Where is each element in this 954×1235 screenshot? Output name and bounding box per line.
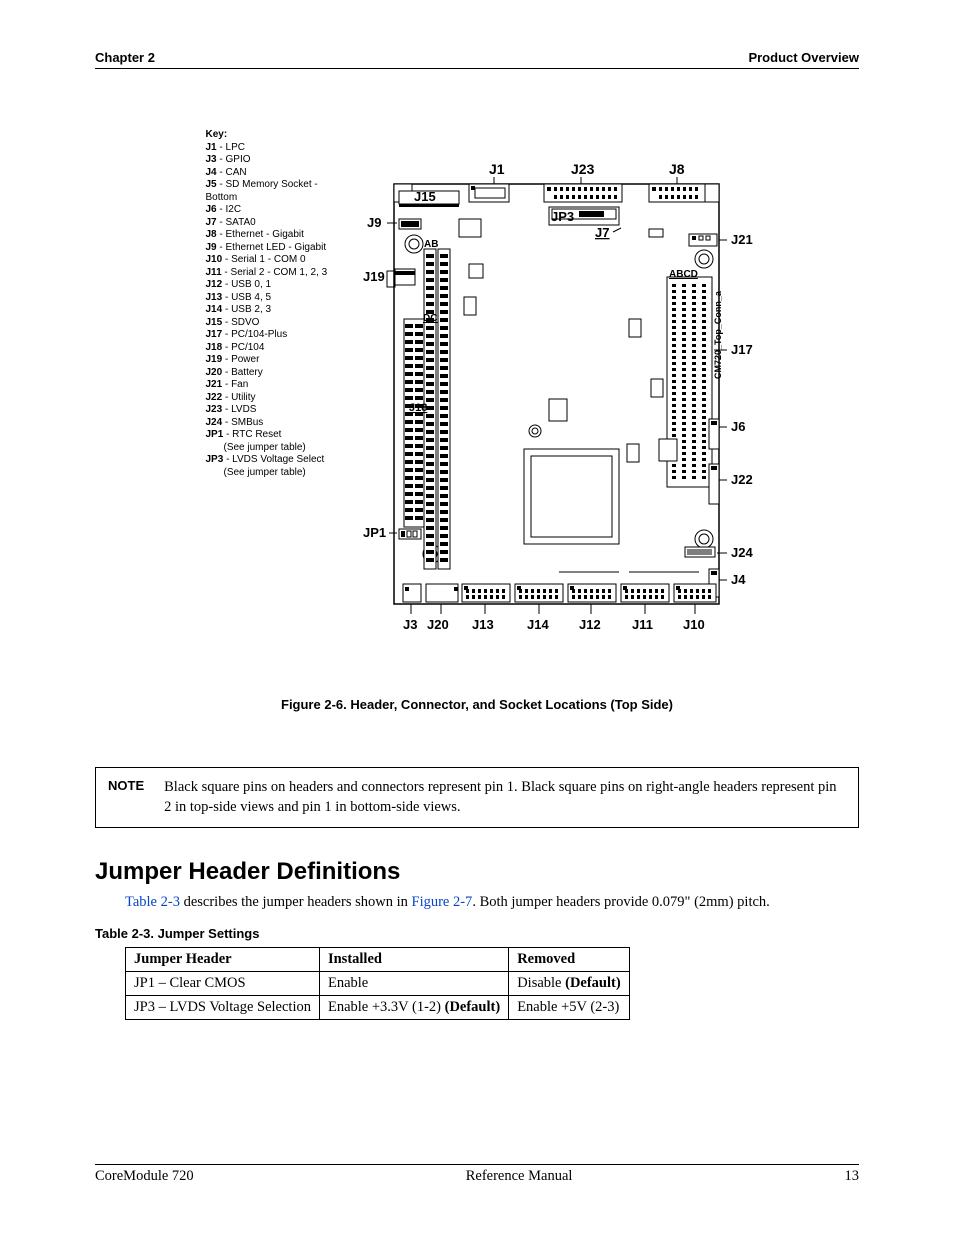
figure-diagram: Key: J1 - LPCJ3 - GPIOJ4 - CANJ5 - SD Me… — [95, 129, 859, 669]
jumper-table: Jumper Header Installed Removed JP1 – Cl… — [125, 947, 630, 1020]
svg-text:J3: J3 — [403, 617, 417, 632]
svg-text:DC: DC — [423, 313, 437, 324]
svg-text:J17: J17 — [731, 342, 753, 357]
svg-text:J19: J19 — [363, 269, 385, 284]
conn-J23 — [544, 184, 622, 202]
svg-text:J23: J23 — [571, 161, 595, 177]
table-row: Jumper Header Installed Removed — [126, 948, 630, 972]
conn-J1 — [469, 184, 509, 202]
col-header: Removed — [509, 948, 630, 972]
table-row: JP3 – LVDS Voltage Selection Enable +3.3… — [126, 996, 630, 1020]
key-item: J5 - SD Memory Socket - Bottom — [206, 179, 351, 204]
svg-text:J22: J22 — [731, 472, 753, 487]
header-section: Product Overview — [748, 50, 859, 65]
svg-text:J20: J20 — [427, 617, 449, 632]
key-item: J6 - I2C — [206, 204, 351, 217]
svg-text:J13: J13 — [472, 617, 494, 632]
key-item: JP3 - LVDS Voltage Select — [206, 454, 351, 467]
key-item: J11 - Serial 2 - COM 1, 2, 3 — [206, 267, 351, 280]
note-text: Black square pins on headers and connect… — [164, 778, 846, 817]
key-item: J14 - USB 2, 3 — [206, 304, 351, 317]
note-label: NOTE — [108, 778, 144, 817]
svg-text:JP3: JP3 — [551, 209, 574, 224]
svg-text:J4: J4 — [731, 572, 746, 587]
body-paragraph: Table 2-3 describes the jumper headers s… — [125, 892, 859, 912]
svg-text:J14: J14 — [527, 617, 549, 632]
key-item-note: (See jumper table) — [206, 467, 351, 480]
key-item: J3 - GPIO — [206, 154, 351, 167]
svg-text:J18: J18 — [409, 402, 427, 414]
svg-text:J7: J7 — [595, 225, 609, 240]
col-header: Installed — [319, 948, 508, 972]
footer-left: CoreModule 720 — [95, 1168, 194, 1185]
key-item: JP1 - RTC Reset — [206, 429, 351, 442]
key-item: J17 - PC/104-Plus — [206, 329, 351, 342]
key-item: J15 - SDVO — [206, 317, 351, 330]
svg-text:J21: J21 — [731, 232, 753, 247]
svg-text:J9: J9 — [367, 215, 381, 230]
conn-J8 — [649, 184, 705, 202]
key-item: J1 - LPC — [206, 142, 351, 155]
link-table-2-3[interactable]: Table 2-3 — [125, 894, 180, 910]
svg-text:J10: J10 — [683, 617, 705, 632]
key-item: J8 - Ethernet - Gigabit — [206, 229, 351, 242]
note-box: NOTE Black square pins on headers and co… — [95, 767, 859, 828]
board-svg: J1 J23 J8 J15 J9 AB J19 DC J18 JP1 — [359, 129, 749, 669]
svg-text:AB: AB — [424, 239, 438, 250]
key-item: J7 - SATA0 — [206, 217, 351, 230]
svg-text:ABCD: ABCD — [669, 269, 698, 280]
key-item: J23 - LVDS — [206, 404, 351, 417]
key-item: J19 - Power — [206, 354, 351, 367]
header-chapter: Chapter 2 — [95, 50, 155, 65]
svg-text:JP1: JP1 — [363, 525, 386, 540]
key-item: J9 - Ethernet LED - Gigabit — [206, 242, 351, 255]
svg-text:J11: J11 — [632, 617, 653, 632]
page-header: Chapter 2 Product Overview — [95, 50, 859, 69]
key-item-note: (See jumper table) — [206, 442, 351, 455]
bottom-conns — [403, 584, 716, 602]
key-item: J24 - SMBus — [206, 417, 351, 430]
key-item: J18 - PC/104 — [206, 342, 351, 355]
svg-text:J1: J1 — [489, 161, 505, 177]
svg-text:J15: J15 — [414, 189, 436, 204]
key-item: J12 - USB 0, 1 — [206, 279, 351, 292]
section-heading: Jumper Header Definitions — [95, 858, 859, 886]
footer-center: Reference Manual — [466, 1168, 573, 1185]
link-figure-2-7[interactable]: Figure 2-7 — [412, 894, 473, 910]
figure-caption: Figure 2-6. Header, Connector, and Socke… — [95, 697, 859, 712]
key-title: Key: — [206, 129, 351, 142]
key-item: J22 - Utility — [206, 392, 351, 405]
col-header: Jumper Header — [126, 948, 320, 972]
key-item: J20 - Battery — [206, 367, 351, 380]
key-item: J10 - Serial 1 - COM 0 — [206, 254, 351, 267]
footer-right: 13 — [844, 1168, 859, 1185]
svg-text:J8: J8 — [669, 161, 685, 177]
key-item: J13 - USB 4, 5 — [206, 292, 351, 305]
key-item: J4 - CAN — [206, 167, 351, 180]
table-caption: Table 2-3. Jumper Settings — [95, 926, 859, 941]
diagram-key: Key: J1 - LPCJ3 - GPIOJ4 - CANJ5 - SD Me… — [206, 129, 351, 669]
key-item: J21 - Fan — [206, 379, 351, 392]
table-row: JP1 – Clear CMOS Enable Disable (Default… — [126, 972, 630, 996]
svg-text:CM720_Top_Conn_a: CM720_Top_Conn_a — [713, 290, 723, 379]
svg-text:J24: J24 — [731, 545, 753, 560]
svg-text:J12: J12 — [579, 617, 601, 632]
page-footer: CoreModule 720 Reference Manual 13 — [95, 1164, 859, 1185]
svg-text:J6: J6 — [731, 419, 745, 434]
